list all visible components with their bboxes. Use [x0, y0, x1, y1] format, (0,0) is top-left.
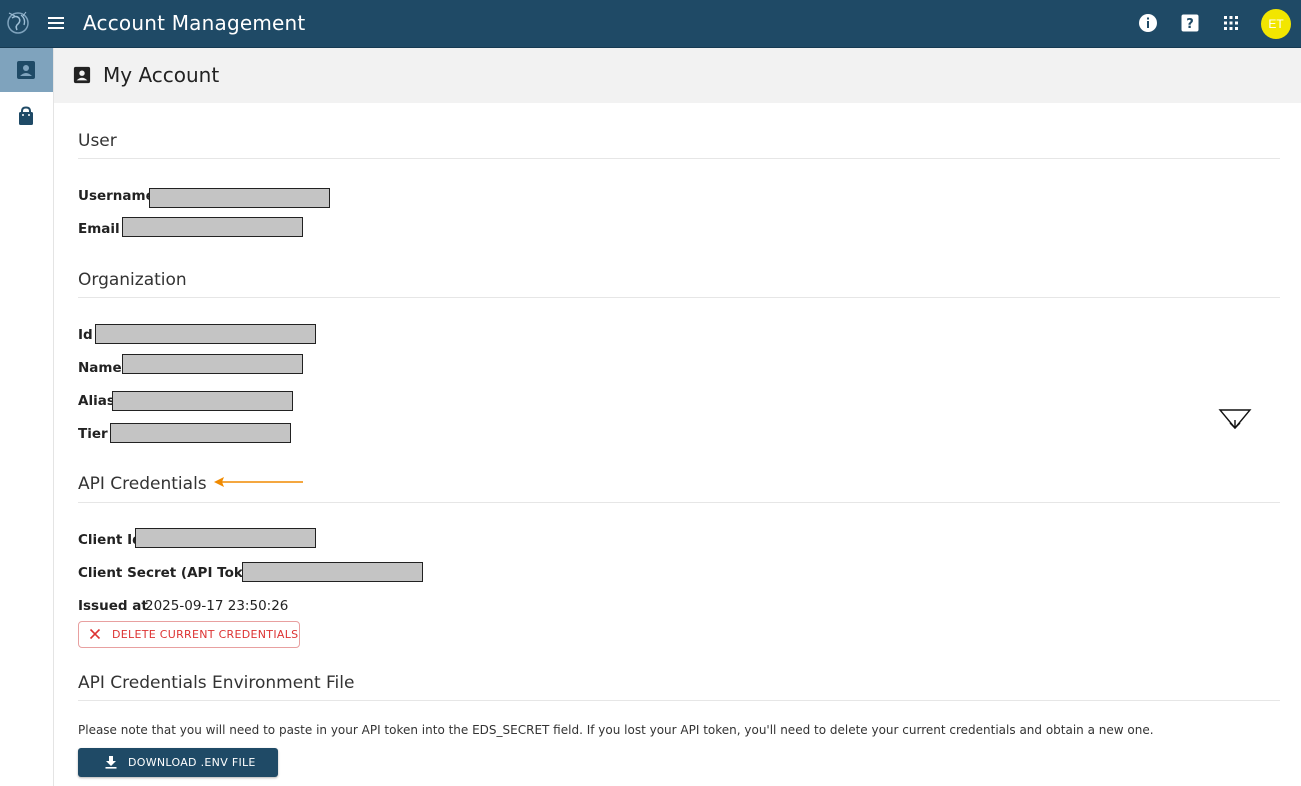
- divider: [78, 700, 1280, 701]
- client-secret-label: Client Secret (API Token): [78, 565, 268, 581]
- org-alias-label: Alias: [78, 393, 115, 409]
- hamburger-menu-icon[interactable]: [44, 13, 68, 33]
- mouse-cursor-icon: [1218, 409, 1252, 430]
- account-box-icon: [17, 61, 35, 79]
- client-secret-value-redacted: [242, 562, 423, 582]
- sidebar-item-shop[interactable]: [0, 94, 53, 138]
- delete-credentials-button[interactable]: DELETE CURRENT CREDENTIALS: [78, 621, 300, 648]
- email-value-redacted: [122, 217, 303, 237]
- username-label: Username: [78, 188, 155, 204]
- org-tier-label: Tier: [78, 426, 108, 442]
- annotation-arrow-icon: [214, 477, 303, 487]
- org-name-label: Name: [78, 360, 122, 376]
- delete-credentials-label: DELETE CURRENT CREDENTIALS: [112, 628, 299, 641]
- account-box-icon: [73, 66, 91, 84]
- env-file-note: Please note that you will need to paste …: [78, 723, 1154, 737]
- section-title-user: User: [78, 131, 117, 151]
- divider: [78, 158, 1280, 159]
- org-id-label: Id: [78, 327, 93, 343]
- email-label: Email: [78, 221, 120, 237]
- user-avatar[interactable]: ET: [1261, 9, 1291, 39]
- side-nav: [0, 48, 54, 786]
- download-env-button[interactable]: DOWNLOAD .ENV FILE: [78, 748, 278, 777]
- apps-grid-icon[interactable]: [1221, 13, 1241, 33]
- shopping-bag-icon: [19, 106, 33, 125]
- divider: [78, 297, 1280, 298]
- sidebar-item-my-account[interactable]: [0, 48, 53, 92]
- help-icon[interactable]: ?: [1180, 13, 1200, 33]
- section-title-organization: Organization: [78, 270, 187, 290]
- org-name-value-redacted: [122, 354, 303, 374]
- page-title: My Account: [103, 63, 220, 87]
- download-icon: [105, 756, 117, 769]
- org-tier-value-redacted: [110, 423, 291, 443]
- section-title-env-file: API Credentials Environment File: [78, 673, 355, 693]
- download-env-label: DOWNLOAD .ENV FILE: [128, 756, 256, 769]
- org-alias-value-redacted: [112, 391, 293, 411]
- divider: [78, 502, 1280, 503]
- client-id-label: Client Id: [78, 532, 142, 548]
- info-icon[interactable]: [1138, 13, 1158, 33]
- username-value-redacted: [149, 188, 330, 208]
- issued-at-label: Issued at: [78, 598, 148, 614]
- client-id-value-redacted: [135, 528, 316, 548]
- top-app-bar: Account Management ? ET: [0, 0, 1301, 48]
- globe-logo-icon: [7, 11, 29, 34]
- svg-text:?: ?: [1186, 17, 1194, 32]
- app-title: Account Management: [83, 11, 306, 35]
- org-id-value-redacted: [95, 324, 316, 344]
- close-icon: [89, 628, 101, 640]
- issued-at-value: 2025-09-17 23:50:26: [145, 598, 289, 614]
- section-title-api-credentials: API Credentials: [78, 474, 207, 494]
- page-header: My Account: [54, 48, 1301, 103]
